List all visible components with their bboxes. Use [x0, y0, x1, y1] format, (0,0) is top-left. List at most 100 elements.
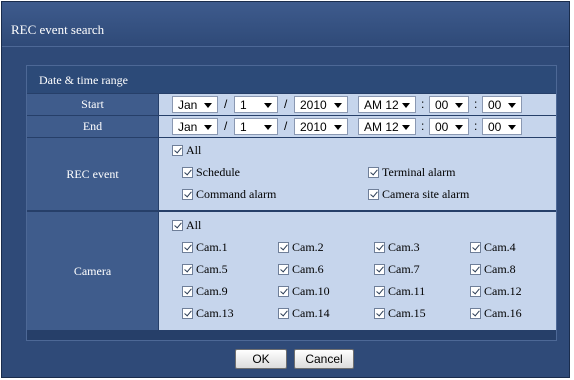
cancel-button[interactable]: Cancel	[294, 349, 354, 369]
end-hour-select[interactable]: AM 12	[358, 118, 416, 135]
chevron-down-icon	[264, 125, 272, 130]
camera-checkbox[interactable]: Cam.5	[182, 262, 228, 277]
start-hour-select[interactable]: AM 12	[358, 96, 416, 113]
start-year-select[interactable]: 2010	[294, 96, 348, 113]
end-second-select[interactable]: 00	[482, 118, 522, 135]
start-second-select[interactable]: 00	[482, 96, 522, 113]
checkbox-checked-icon	[172, 220, 183, 231]
camera-checkbox[interactable]: Cam.3	[374, 240, 420, 255]
start-label: Start	[27, 94, 158, 115]
checkbox-checked-icon	[368, 167, 379, 178]
camera-checkbox[interactable]: Cam.7	[374, 262, 420, 277]
camera-checkbox[interactable]: Cam.1	[182, 240, 228, 255]
checkbox-label: Cam.1	[196, 240, 228, 254]
date-separator: /	[284, 97, 288, 111]
checkbox-label: Cam.6	[292, 262, 324, 276]
checkbox-label: Cam.12	[484, 284, 522, 298]
camera-checkbox[interactable]: Cam.12	[470, 284, 522, 299]
end-hour-value: AM 12	[364, 119, 399, 134]
end-label: End	[27, 116, 158, 137]
end-minute-select[interactable]: 00	[429, 118, 469, 135]
checkbox-checked-icon	[278, 308, 289, 319]
checkbox-checked-icon	[172, 145, 183, 156]
chevron-down-icon	[204, 125, 212, 130]
checkbox-label: Cam.11	[388, 284, 426, 298]
camera-site-alarm-checkbox[interactable]: Camera site alarm	[368, 187, 469, 202]
checkbox-checked-icon	[470, 286, 481, 297]
date-time-range-header: Date & time range	[27, 66, 556, 93]
terminal-alarm-checkbox[interactable]: Terminal alarm	[368, 165, 455, 180]
camera-checkbox[interactable]: Cam.15	[374, 306, 426, 321]
start-month-select[interactable]: Jan	[172, 96, 218, 113]
checkbox-label: Cam.9	[196, 284, 228, 298]
end-day-value: 1	[240, 119, 247, 134]
checkbox-checked-icon	[182, 264, 193, 275]
chevron-down-icon	[508, 103, 516, 108]
checkbox-label: Command alarm	[196, 187, 277, 201]
end-minute-value: 00	[435, 119, 449, 134]
checkbox-checked-icon	[278, 242, 289, 253]
checkbox-checked-icon	[182, 308, 193, 319]
camera-checkbox[interactable]: Cam.16	[470, 306, 522, 321]
camera-checkbox[interactable]: Cam.10	[278, 284, 330, 299]
camera-checkbox[interactable]: Cam.13	[182, 306, 234, 321]
checkbox-checked-icon	[470, 264, 481, 275]
chevron-down-icon	[334, 125, 342, 130]
checkbox-checked-icon	[182, 286, 193, 297]
camera-all-checkbox[interactable]: All	[172, 218, 201, 233]
checkbox-label: Schedule	[196, 165, 240, 179]
start-year-value: 2010	[300, 97, 327, 112]
checkbox-label: Cam.7	[388, 262, 420, 276]
checkbox-checked-icon	[182, 189, 193, 200]
time-separator: :	[474, 97, 478, 111]
search-panel: Date & time range Start Jan / 1 / 2010 A…	[26, 65, 557, 341]
checkbox-checked-icon	[374, 308, 385, 319]
checkbox-label: All	[186, 218, 202, 232]
chevron-down-icon	[402, 103, 410, 108]
checkbox-label: Terminal alarm	[382, 165, 456, 179]
camera-checkbox[interactable]: Cam.9	[182, 284, 228, 299]
checkbox-checked-icon	[278, 264, 289, 275]
checkbox-checked-icon	[368, 189, 379, 200]
chevron-down-icon	[402, 125, 410, 130]
camera-checkbox[interactable]: Cam.2	[278, 240, 324, 255]
camera-checkbox[interactable]: Cam.14	[278, 306, 330, 321]
checkbox-label: Cam.14	[292, 306, 330, 320]
camera-checkbox[interactable]: Cam.6	[278, 262, 324, 277]
checkbox-checked-icon	[182, 167, 193, 178]
camera-checkbox[interactable]: Cam.11	[374, 284, 425, 299]
title-bar: REC event search	[2, 2, 569, 47]
time-separator: :	[421, 97, 425, 111]
rec-event-all-checkbox[interactable]: All	[172, 143, 201, 158]
checkbox-label: Cam.16	[484, 306, 522, 320]
rec-event-search-dialog: REC event search Date & time range Start…	[1, 1, 570, 378]
ok-button[interactable]: OK	[235, 349, 287, 369]
camera-checkbox[interactable]: Cam.4	[470, 240, 516, 255]
start-day-select[interactable]: 1	[234, 96, 278, 113]
chevron-down-icon	[204, 103, 212, 108]
window-title: REC event search	[11, 22, 105, 37]
chevron-down-icon	[508, 125, 516, 130]
checkbox-label: Cam.4	[484, 240, 516, 254]
chevron-down-icon	[264, 103, 272, 108]
start-minute-select[interactable]: 00	[429, 96, 469, 113]
time-separator: :	[421, 119, 425, 133]
schedule-checkbox[interactable]: Schedule	[182, 165, 240, 180]
end-year-select[interactable]: 2010	[294, 118, 348, 135]
end-second-value: 00	[488, 119, 502, 134]
rec-event-section: All Schedule Terminal alarm Command alar…	[159, 138, 556, 210]
checkbox-checked-icon	[374, 242, 385, 253]
start-day-value: 1	[240, 97, 247, 112]
rec-event-label: REC event	[27, 138, 158, 210]
date-separator: /	[284, 119, 288, 133]
checkbox-label: Cam.5	[196, 262, 228, 276]
checkbox-label: Cam.2	[292, 240, 324, 254]
camera-checkbox[interactable]: Cam.8	[470, 262, 516, 277]
date-separator: /	[224, 119, 228, 133]
end-month-value: Jan	[178, 119, 198, 134]
end-row: Jan / 1 / 2010 AM 12 : 00 : 00	[159, 116, 556, 137]
start-minute-value: 00	[435, 97, 449, 112]
end-month-select[interactable]: Jan	[172, 118, 218, 135]
command-alarm-checkbox[interactable]: Command alarm	[182, 187, 276, 202]
end-day-select[interactable]: 1	[234, 118, 278, 135]
